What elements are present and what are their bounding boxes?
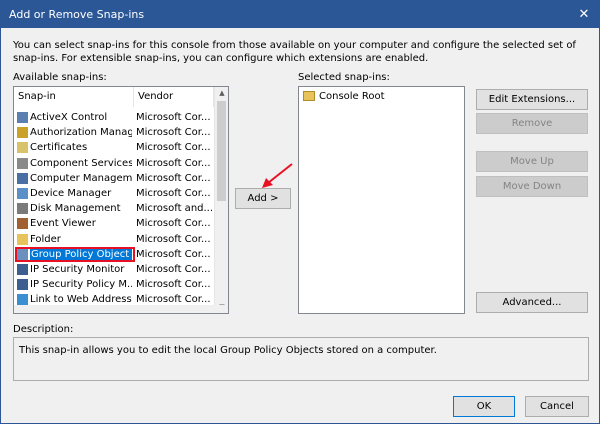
snapin-row[interactable]: IP Security Policy M... Microsoft Cor... [14, 277, 214, 292]
scroll-thumb[interactable] [217, 101, 226, 201]
snapin-row[interactable]: Device Manager Microsoft Cor... [14, 186, 214, 201]
web-link-icon [17, 294, 28, 306]
snapin-vendor: Microsoft Cor... [136, 188, 211, 199]
annotation-arrow-icon [262, 163, 293, 188]
snapin-row[interactable]: Certificates Microsoft Cor... [14, 140, 214, 155]
snapin-vendor: Microsoft Cor... [136, 157, 211, 169]
snapin-vendor: Microsoft Cor... [136, 248, 211, 260]
edit-extensions-button[interactable]: Edit Extensions... [476, 89, 588, 110]
selected-snapins-label: Selected snap-ins: [298, 72, 390, 83]
snapin-row[interactable]: Disk Management Microsoft and... [14, 201, 214, 216]
snapin-name: Computer Managem... [30, 172, 132, 184]
snapin-row[interactable]: Authorization Manager Microsoft Cor... [14, 125, 214, 140]
folder-icon [303, 91, 315, 101]
snapin-row[interactable]: IP Security Monitor Microsoft Cor... [14, 262, 214, 277]
advanced-button[interactable]: Advanced... [476, 292, 588, 313]
computer-management-icon [17, 172, 28, 184]
activex-icon [17, 112, 28, 123]
snapin-vendor: Microsoft Cor... [136, 142, 211, 154]
certificate-icon [17, 142, 28, 154]
component-services-icon [17, 157, 28, 169]
snapin-name: Certificates [30, 142, 88, 154]
snapin-vendor: Microsoft and... [136, 203, 212, 215]
snapin-vendor: Microsoft Cor... [136, 218, 211, 230]
snapin-vendor: Microsoft Cor... [136, 112, 211, 123]
description-box: This snap-in allows you to edit the loca… [13, 337, 589, 381]
move-up-button[interactable]: Move Up [476, 151, 588, 172]
available-snapins-label: Available snap-ins: [13, 72, 107, 83]
console-root-label: Console Root [319, 91, 385, 102]
snapin-row[interactable]: Component Services Microsoft Cor... [14, 156, 214, 171]
vertical-scrollbar[interactable]: ▲ ▼ [214, 87, 228, 313]
snapin-row[interactable]: Folder Microsoft Cor... [14, 232, 214, 247]
folder-icon [17, 233, 28, 245]
snapin-name: Event Viewer [30, 218, 96, 230]
ip-security-policy-icon [17, 279, 28, 291]
cancel-button[interactable]: Cancel [525, 396, 589, 417]
column-header-snapin[interactable]: Snap-in [14, 87, 134, 107]
snapin-name: Component Services [30, 157, 132, 169]
available-snapins-list[interactable]: Snap-in Vendor ActiveX Control Microsoft … [13, 86, 229, 314]
selected-snapins-list[interactable]: Console Root [298, 86, 465, 314]
authorization-icon [17, 127, 28, 139]
remove-button[interactable]: Remove [476, 113, 588, 134]
description-text: This snap-in allows you to edit the loca… [19, 345, 437, 356]
snapin-vendor: Microsoft Cor... [136, 172, 211, 184]
snapin-name: Device Manager [30, 188, 112, 199]
snapin-row[interactable]: ActiveX Control Microsoft Cor... [14, 110, 214, 125]
dialog-window: Add or Remove Snap-ins ✕ You can select … [0, 0, 600, 424]
column-header-vendor[interactable]: Vendor [134, 87, 214, 107]
snapin-vendor: Microsoft Cor... [136, 127, 211, 139]
ok-button[interactable]: OK [453, 396, 515, 417]
move-down-button[interactable]: Move Down [476, 176, 588, 197]
snapin-row[interactable]: Group Policy Object ... Microsoft Cor... [14, 246, 214, 262]
title-bar[interactable]: Add or Remove Snap-ins ✕ [1, 1, 599, 28]
disk-management-icon [17, 203, 28, 215]
intro-text: You can select snap-ins for this console… [13, 40, 576, 64]
snapin-row[interactable]: Event Viewer Microsoft Cor... [14, 216, 214, 231]
snapin-name: Folder [30, 233, 61, 245]
snapin-name: Authorization Manager [30, 127, 132, 139]
add-button[interactable]: Add > [235, 188, 291, 209]
snapin-row[interactable]: Computer Managem... Microsoft Cor... [14, 171, 214, 186]
window-title: Add or Remove Snap-ins [9, 8, 145, 21]
snapin-name: ActiveX Control [30, 112, 108, 123]
close-icon[interactable]: ✕ [569, 1, 599, 28]
event-viewer-icon [17, 218, 28, 230]
snapin-vendor: Microsoft Cor... [136, 279, 211, 291]
snapin-name: IP Security Policy M... [30, 279, 132, 291]
scroll-up-icon[interactable]: ▲ [215, 87, 228, 99]
horizontal-scrollbar[interactable] [14, 305, 228, 313]
description-label: Description: [13, 324, 74, 335]
ip-security-monitor-icon [17, 264, 28, 275]
device-manager-icon [17, 188, 28, 199]
selection-highlight-box [15, 246, 135, 262]
snapin-name: IP Security Monitor [30, 264, 125, 275]
snapin-vendor: Microsoft Cor... [136, 233, 211, 245]
snapin-name: Disk Management [30, 203, 121, 215]
snapin-vendor: Microsoft Cor... [136, 264, 211, 275]
